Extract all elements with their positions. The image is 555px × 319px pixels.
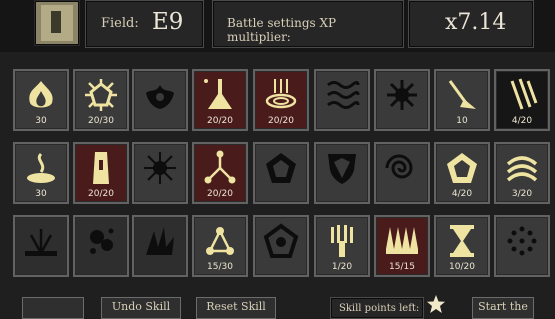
skill-points-panel: Skill points left: [330,297,424,319]
splatter-icon [90,228,114,254]
field-map-thumbnail [34,0,80,46]
skill-tile[interactable]: 15/30 [192,215,248,277]
fire-burst-icon [29,81,53,108]
dot-cluster-icon [507,226,537,256]
xp-multiplier-value: x7.14 [445,10,507,35]
skill-count: 20/30 [88,116,114,126]
skill-count: 30 [35,116,47,126]
skill-tile[interactable]: 30 [13,69,69,131]
skill-count: 20/20 [207,189,233,199]
spikes-row-icon [386,227,418,254]
skill-count: 10 [456,116,468,126]
pentagon-ring-icon [263,223,299,258]
skill-tile[interactable]: 30 [13,142,69,204]
skill-tile[interactable] [314,69,370,131]
triple-node-icon [206,227,234,255]
skill-tile[interactable]: 4/20 [494,69,550,131]
skill-tile[interactable]: 10 [434,69,490,131]
branching-star-icon [204,150,236,184]
skill-count: 15/30 [207,262,233,272]
skill-count: 3/20 [511,189,533,199]
skill-count: 1/20 [331,262,353,272]
skill-tile[interactable] [374,69,430,131]
skill-count: 10/20 [449,262,475,272]
skill-count: 30 [35,189,47,199]
skill-tile[interactable]: 3/20 [494,142,550,204]
skill-tile[interactable] [132,215,188,277]
skill-tile[interactable]: 20/20 [192,69,248,131]
skill-count: 4/20 [451,189,473,199]
ground-burst-icon [25,229,57,256]
spiral-icon [385,154,413,179]
arcs-icon [506,156,538,182]
skill-tile[interactable]: 20/20 [253,69,309,131]
skill-tile[interactable] [374,142,430,204]
skill-tile[interactable] [253,215,309,277]
dark-burst-icon [387,80,417,110]
dark-splash-icon [146,85,174,109]
crest-shield-icon [328,154,356,184]
star-icon [427,295,445,313]
spiky-orb-icon [144,152,176,184]
field-panel: Field: E9 [85,0,204,48]
start-button[interactable]: Start the [472,297,534,319]
skill-tile[interactable]: 4/20 [434,142,490,204]
skill-tile[interactable] [73,215,129,277]
wave-lines-icon [327,81,360,109]
bar-fan-icon [331,225,353,257]
xp-multiplier-label: Battle settings XP multiplier: [227,16,337,44]
hourglass-icon [450,225,474,257]
skill-tile[interactable] [132,69,188,131]
skill-tile[interactable]: 20/20 [73,142,129,204]
skill-tile[interactable]: 10/20 [434,215,490,277]
button-left-edge[interactable] [22,297,84,319]
gem-pentagon-icon [447,153,477,183]
pentagon-shield-icon [266,153,296,183]
skill-tile[interactable] [132,142,188,204]
skill-count: 20/20 [207,116,233,126]
skill-tile[interactable]: 20/30 [73,69,129,131]
rising-smoke-icon [27,152,55,183]
skill-count: 20/20 [88,189,114,199]
skill-count: 15/15 [389,262,415,272]
skill-tile[interactable] [314,142,370,204]
skill-tile[interactable] [13,215,69,277]
vortex-column-icon [265,79,297,109]
meteor-icon [448,80,476,109]
triple-slash-icon [510,78,538,110]
map-path-mark [51,11,61,33]
skill-count: 20/20 [268,116,294,126]
beam-strike-icon [204,79,232,109]
field-value: E9 [152,9,184,35]
undo-skill-button[interactable]: Undo Skill [101,297,181,319]
claw-splash-icon [146,227,174,255]
xp-value-panel: x7.14 [408,0,534,48]
skill-tile[interactable] [494,215,550,277]
field-label: Field: [101,16,139,31]
skill-tile[interactable]: 20/20 [192,142,248,204]
skill-count: 4/20 [511,116,533,126]
skill-tile[interactable] [253,142,309,204]
skill-tile[interactable]: 1/20 [314,215,370,277]
skill-points-label: Skill points left: [339,303,420,314]
tower-icon [93,152,109,184]
xp-settings-panel: Battle settings XP multiplier: [212,0,404,48]
pentagon-flare-icon [85,79,117,111]
skill-tile[interactable]: 15/15 [374,215,430,277]
reset-skill-button[interactable]: Reset Skill [196,297,276,319]
